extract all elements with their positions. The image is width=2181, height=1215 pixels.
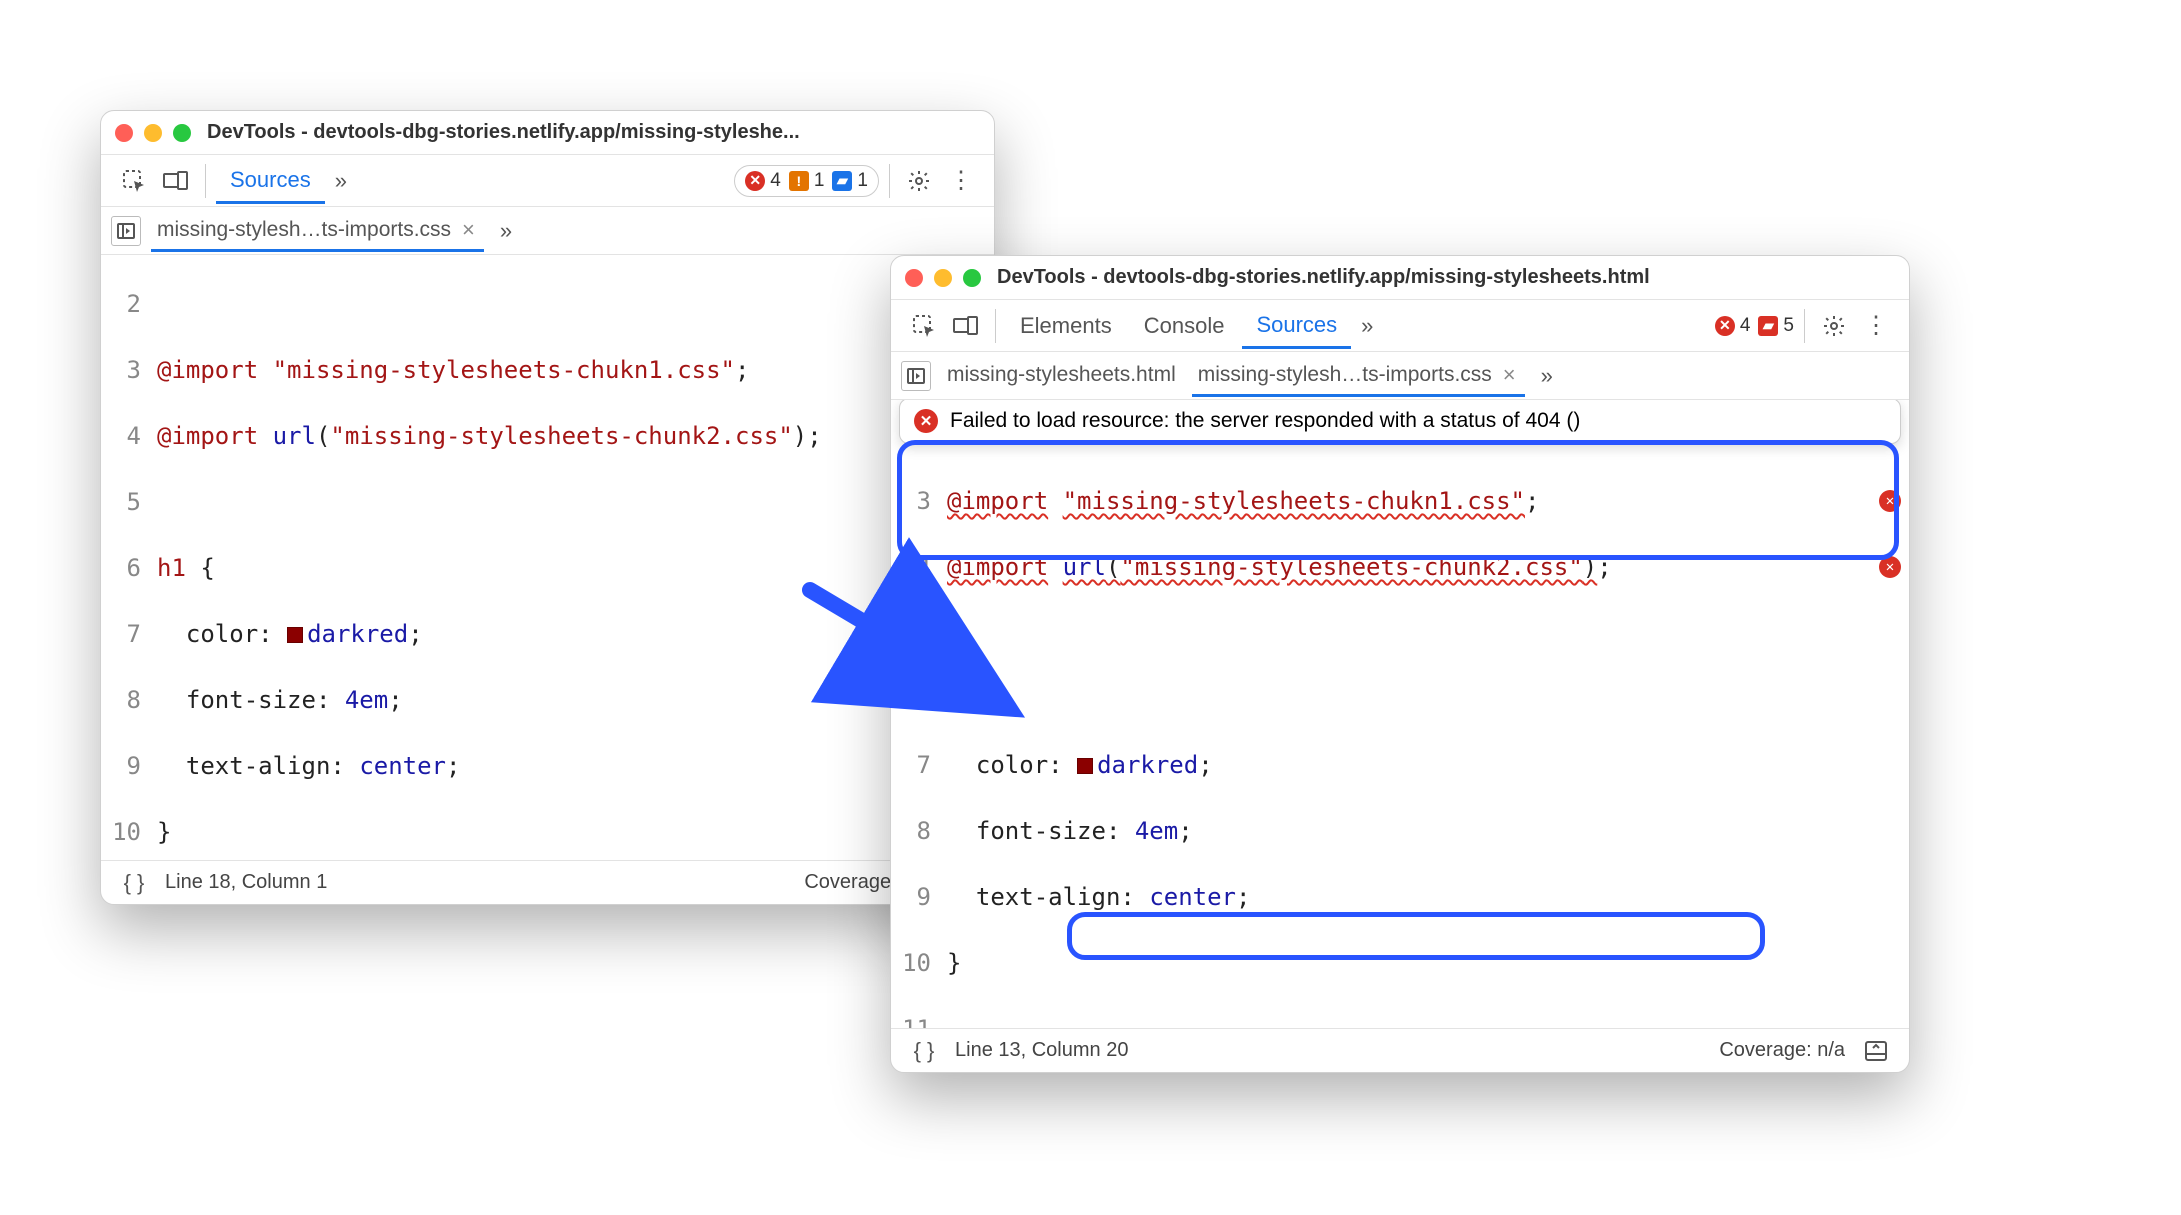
devtools-window-after: DevTools - devtools-dbg-stories.netlify.…: [890, 255, 1910, 1073]
file-tab-html[interactable]: missing-stylesheets.html: [941, 357, 1182, 396]
nav-panel-icon[interactable]: [111, 216, 141, 246]
cursor-position: Line 13, Column 20: [955, 1039, 1128, 1062]
status-bar: { } Line 18, Column 1 Coverage: n/a: [101, 860, 994, 904]
issues-icon: ▰: [1758, 316, 1778, 336]
arrow-icon: [800, 580, 1020, 725]
more-files-icon[interactable]: »: [1535, 359, 1559, 393]
file-tabs: missing-stylesheets.html missing-stylesh…: [891, 352, 1909, 400]
info-icon: ▰: [832, 171, 852, 191]
status-bar: { } Line 13, Column 20 Coverage: n/a: [891, 1028, 1909, 1072]
inspect-icon[interactable]: [115, 162, 153, 200]
divider: [889, 164, 890, 198]
issue-counts[interactable]: ✕4 ▰5: [1715, 310, 1794, 342]
window-title: DevTools - devtools-dbg-stories.netlify.…: [997, 266, 1650, 289]
error-count: ✕4: [1715, 315, 1751, 337]
tab-sources[interactable]: Sources: [216, 159, 325, 204]
error-icon: ✕: [1715, 316, 1735, 336]
file-tab-label: missing-stylesheets.html: [947, 363, 1176, 387]
zoom-dot[interactable]: [173, 124, 191, 142]
issues-count: ▰1: [832, 170, 868, 192]
file-tab-css[interactable]: missing-stylesh…ts-imports.css ×: [1192, 356, 1525, 397]
main-tabs: Sources » ✕4 !1 ▰1 ⋮: [101, 155, 994, 207]
close-dot[interactable]: [905, 269, 923, 287]
file-tab-active[interactable]: missing-stylesh…ts-imports.css ×: [151, 211, 484, 252]
divider: [995, 309, 996, 343]
tab-console[interactable]: Console: [1130, 305, 1239, 347]
error-marker-icon[interactable]: ✕: [1879, 556, 1901, 578]
device-icon[interactable]: [947, 307, 985, 345]
pretty-print-icon[interactable]: { }: [905, 1032, 943, 1070]
tab-sources[interactable]: Sources: [1242, 304, 1351, 349]
more-files-icon[interactable]: »: [494, 214, 518, 248]
tab-elements[interactable]: Elements: [1006, 305, 1126, 347]
warning-count: !1: [789, 170, 825, 192]
error-tooltip: ✕ Failed to load resource: the server re…: [899, 400, 1901, 444]
close-file-icon[interactable]: ×: [1500, 362, 1519, 388]
issue-counts[interactable]: ✕4 !1 ▰1: [734, 165, 879, 197]
settings-icon[interactable]: [900, 162, 938, 200]
more-tabs-icon[interactable]: »: [329, 164, 353, 198]
drawer-icon[interactable]: [1857, 1032, 1895, 1070]
devtools-window-before: DevTools - devtools-dbg-stories.netlify.…: [100, 110, 995, 905]
more-icon[interactable]: ⋮: [942, 162, 980, 200]
settings-icon[interactable]: [1815, 307, 1853, 345]
inspect-icon[interactable]: [905, 307, 943, 345]
zoom-dot[interactable]: [963, 269, 981, 287]
error-marker-icon[interactable]: ✕: [1879, 490, 1901, 512]
window-controls: [905, 269, 981, 287]
issues-count: ▰5: [1758, 315, 1794, 337]
titlebar: DevTools - devtools-dbg-stories.netlify.…: [891, 256, 1909, 300]
error-icon: ✕: [745, 171, 765, 191]
coverage-label: Coverage: n/a: [1719, 1039, 1845, 1062]
close-dot[interactable]: [115, 124, 133, 142]
nav-panel-icon[interactable]: [901, 361, 931, 391]
divider: [1804, 309, 1805, 343]
more-tabs-icon[interactable]: »: [1355, 309, 1379, 343]
pretty-print-icon[interactable]: { }: [115, 864, 153, 902]
cursor-position: Line 18, Column 1: [165, 871, 327, 894]
warning-icon: !: [789, 171, 809, 191]
more-icon[interactable]: ⋮: [1857, 307, 1895, 345]
titlebar: DevTools - devtools-dbg-stories.netlify.…: [101, 111, 994, 155]
file-tabs: missing-stylesh…ts-imports.css × »: [101, 207, 994, 255]
code-editor[interactable]: ✕ Failed to load resource: the server re…: [891, 400, 1909, 1028]
color-swatch[interactable]: [287, 627, 303, 643]
color-swatch[interactable]: [1077, 758, 1093, 774]
window-controls: [115, 124, 191, 142]
window-title: DevTools - devtools-dbg-stories.netlify.…: [207, 121, 800, 144]
tooltip-text: Failed to load resource: the server resp…: [950, 409, 1580, 433]
error-icon: ✕: [914, 409, 938, 433]
minimize-dot[interactable]: [934, 269, 952, 287]
code-editor[interactable]: 2 3@import "missing-stylesheets-chukn1.c…: [101, 255, 994, 860]
close-file-icon[interactable]: ×: [459, 217, 478, 243]
minimize-dot[interactable]: [144, 124, 162, 142]
file-tab-label: missing-stylesh…ts-imports.css: [1198, 363, 1492, 387]
device-icon[interactable]: [157, 162, 195, 200]
divider: [205, 164, 206, 198]
main-tabs: Elements Console Sources » ✕4 ▰5 ⋮: [891, 300, 1909, 352]
error-count: ✕4: [745, 170, 781, 192]
file-tab-label: missing-stylesh…ts-imports.css: [157, 218, 451, 242]
